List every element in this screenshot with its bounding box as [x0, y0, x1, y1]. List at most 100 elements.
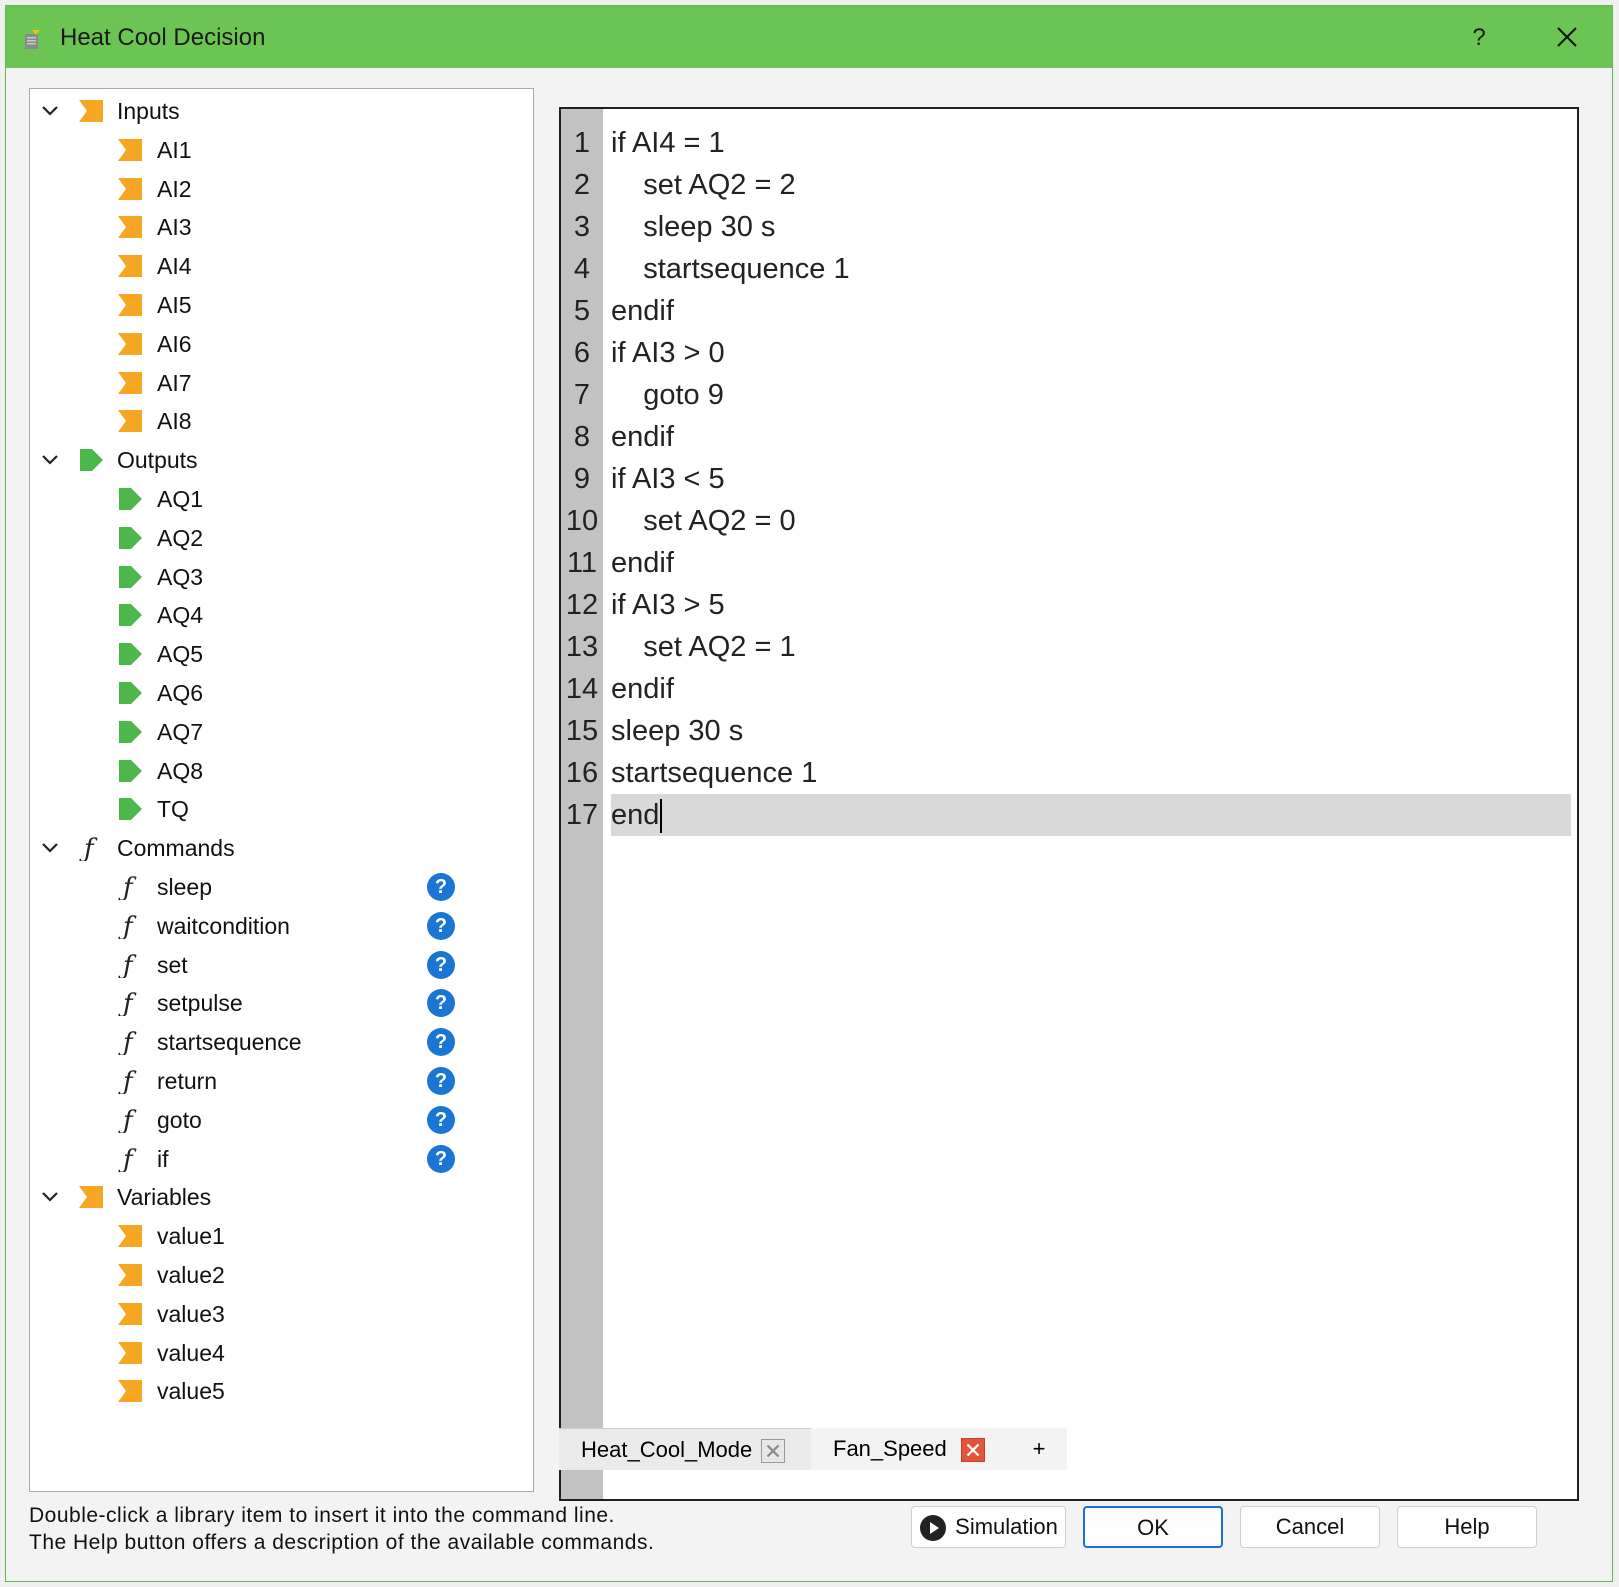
code-text: if AI3 < 5 [611, 463, 725, 495]
tree-item-ai1[interactable]: AI1 [30, 132, 510, 168]
tree-item-return[interactable]: ƒ return? [30, 1063, 510, 1099]
tree-item-ai4[interactable]: AI4 [30, 248, 510, 284]
orange-bookmark-icon [118, 1264, 142, 1286]
ok-button[interactable]: OK [1083, 1506, 1223, 1548]
svg-text:ƒ: ƒ [118, 1029, 137, 1055]
tree-group-inputs[interactable]: Inputs [30, 93, 510, 129]
question-icon[interactable]: ? [427, 1067, 455, 1095]
chevron-down-icon[interactable] [38, 448, 62, 472]
chevron-down-icon[interactable] [38, 1185, 62, 1209]
tree-item-startsequence[interactable]: ƒ startsequence? [30, 1024, 510, 1060]
code-editor[interactable]: 1 if AI4 = 12 set AQ2 = 23 sleep 30 s4 st… [559, 107, 1579, 1501]
tree-item-label: AI6 [157, 330, 192, 357]
code-line[interactable]: 16 startsequence 1 [561, 752, 1571, 794]
close-icon[interactable] [1546, 20, 1586, 56]
code-line[interactable]: 9 if AI3 < 5 [561, 458, 1571, 500]
line-number: 3 [573, 211, 591, 243]
code-text: endif [611, 673, 674, 705]
tree-item-value5[interactable]: value5 [30, 1373, 510, 1409]
hint-line-2: The Help button offers a description of … [29, 1531, 655, 1554]
tree-item-aq5[interactable]: AQ5 [30, 636, 510, 672]
tree-item-ai3[interactable]: AI3 [30, 209, 510, 245]
orange-bookmark-icon [79, 1186, 103, 1209]
tree-item-aq1[interactable]: AQ1 [30, 481, 510, 517]
tree-item-label: goto [157, 1106, 202, 1133]
question-icon[interactable]: ? [427, 911, 455, 940]
tree-item-ai7[interactable]: AI7 [30, 365, 510, 401]
code-line[interactable]: 17 end [561, 794, 1571, 836]
code-text: sleep 30 s [611, 715, 744, 747]
tree-item-waitcondition[interactable]: ƒ waitcondition? [30, 908, 510, 944]
tree-item-label: AQ3 [157, 563, 204, 590]
code-line[interactable]: 4 startsequence 1 [561, 248, 1571, 290]
question-icon[interactable]: ? [427, 1028, 455, 1057]
code-text: set AQ2 = 1 [611, 631, 796, 663]
code-line[interactable]: 2 set AQ2 = 2 [561, 164, 1571, 206]
code-line[interactable]: 1 if AI4 = 1 [561, 122, 1571, 164]
code-line[interactable]: 3 sleep 30 s [561, 206, 1571, 248]
code-line[interactable]: 10 set AQ2 = 0 [561, 500, 1571, 542]
tree-item-aq4[interactable]: AQ4 [30, 597, 510, 633]
tab-close-icon[interactable] [761, 1439, 785, 1463]
tab-close-icon[interactable] [961, 1438, 985, 1462]
tree-item-label: setpulse [157, 990, 243, 1017]
question-icon[interactable]: ? [427, 873, 455, 901]
question-icon[interactable]: ? [427, 989, 455, 1018]
tree-item-aq8[interactable]: AQ8 [30, 753, 510, 789]
tree-item-value1[interactable]: value1 [30, 1218, 510, 1254]
tree-item-setpulse[interactable]: ƒ setpulse? [30, 985, 510, 1021]
code-line[interactable]: 5 endif [561, 290, 1571, 332]
tree-item-aq6[interactable]: AQ6 [30, 675, 510, 711]
tree-item-goto[interactable]: ƒ goto? [30, 1102, 510, 1138]
tree-item-ai2[interactable]: AI2 [30, 171, 510, 207]
title-help-button[interactable]: ? [1461, 20, 1497, 56]
code-line[interactable]: 6 if AI3 > 0 [561, 332, 1571, 374]
chevron-down-icon[interactable] [38, 99, 62, 123]
tree-group-variables[interactable]: Variables [30, 1179, 510, 1215]
text-caret [660, 799, 663, 834]
code-line[interactable]: 15 sleep 30 s [561, 710, 1571, 752]
code-line[interactable]: 13 set AQ2 = 1 [561, 626, 1571, 668]
simulation-button[interactable]: Simulation [911, 1506, 1066, 1548]
question-icon[interactable]: ? [427, 1144, 455, 1173]
tree-item-value3[interactable]: value3 [30, 1296, 510, 1332]
tree-item-label: if [157, 1145, 169, 1172]
orange-bookmark-icon [118, 1302, 142, 1325]
tree-item-sleep[interactable]: ƒ sleep? [30, 869, 510, 905]
tree-item-label: startsequence [157, 1029, 302, 1056]
add-tab-button[interactable]: + [1011, 1428, 1067, 1470]
hint-text: Double-click a library item to insert it… [29, 1502, 654, 1556]
question-icon[interactable]: ? [427, 1105, 455, 1134]
question-icon[interactable]: ? [427, 950, 455, 979]
tree-item-if[interactable]: ƒ if? [30, 1141, 510, 1177]
tree-item-ai5[interactable]: AI5 [30, 287, 510, 323]
tree-item-label: AQ5 [157, 641, 204, 668]
code-line[interactable]: 11 endif [561, 542, 1571, 584]
code-line[interactable]: 7 goto 9 [561, 374, 1571, 416]
tree-item-ai8[interactable]: AI8 [30, 403, 510, 439]
code-line[interactable]: 12 if AI3 > 5 [561, 584, 1571, 626]
tree-item-value4[interactable]: value4 [30, 1335, 510, 1371]
line-number: 5 [573, 295, 591, 327]
tree-item-value2[interactable]: value2 [30, 1257, 510, 1293]
code-text: startsequence 1 [611, 253, 850, 285]
title-bar[interactable]: Heat Cool Decision ? [6, 6, 1612, 68]
tree-group-commands[interactable]: ƒ Commands [30, 830, 510, 866]
tree-group-outputs[interactable]: Outputs [30, 442, 510, 478]
tree-item-aq2[interactable]: AQ2 [30, 520, 510, 556]
help-button[interactable]: Help [1397, 1506, 1537, 1548]
tree-item-aq7[interactable]: AQ7 [30, 714, 510, 750]
tab-fan-speed[interactable]: Fan_Speed [811, 1428, 1011, 1470]
line-number: 8 [573, 421, 591, 453]
tab-heat-cool-mode[interactable]: Heat_Cool_Mode [559, 1428, 811, 1470]
chevron-down-icon[interactable] [38, 836, 62, 860]
code-line[interactable]: 14 endif [561, 668, 1571, 710]
tree-item-set[interactable]: ƒ set? [30, 947, 510, 983]
code-line[interactable]: 8 endif [561, 416, 1571, 458]
function-icon: ƒ [118, 1146, 137, 1172]
tree-item-tq[interactable]: TQ [30, 791, 510, 827]
library-tree[interactable]: Inputs AI1 AI2 AI3 AI4 AI5 AI6 AI7 AI8 Outputs AQ1… [29, 88, 534, 1492]
tree-item-ai6[interactable]: AI6 [30, 326, 510, 362]
tree-item-aq3[interactable]: AQ3 [30, 559, 510, 595]
cancel-button[interactable]: Cancel [1240, 1506, 1380, 1548]
